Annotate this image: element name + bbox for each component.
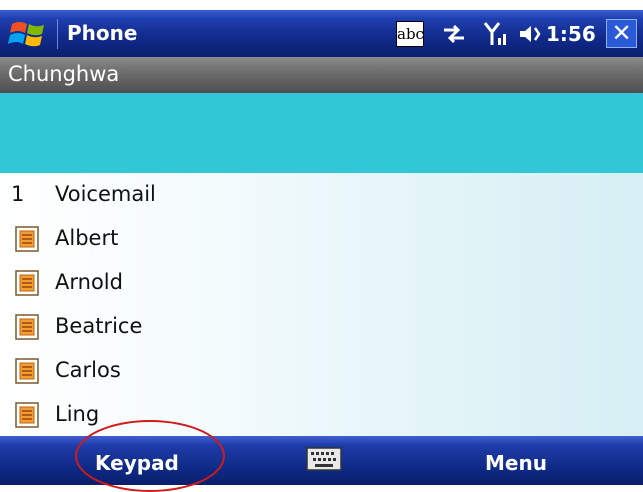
title-separator	[57, 19, 58, 49]
list-item[interactable]: Ling	[0, 393, 643, 437]
dial-number-area[interactable]	[0, 93, 643, 173]
input-mode-icon[interactable]: abc	[396, 21, 424, 47]
operator-bar: Chunghwa	[0, 57, 643, 93]
list-item-label: Voicemail	[55, 182, 156, 206]
list-item[interactable]: Arnold	[0, 261, 643, 305]
contact-card-icon	[15, 402, 39, 428]
list-item-label: Carlos	[55, 358, 121, 382]
operator-name: Chunghwa	[8, 62, 120, 86]
softkey-bar: Keypad Menu	[0, 436, 643, 485]
volume-icon[interactable]	[518, 23, 544, 45]
clock: 1:56	[546, 22, 596, 46]
keypad-softkey[interactable]: Keypad	[95, 451, 179, 475]
list-item[interactable]: Albert	[0, 217, 643, 261]
list-item[interactable]: Beatrice	[0, 305, 643, 349]
list-item-label: Ling	[55, 402, 100, 426]
contact-card-icon	[15, 226, 39, 252]
speed-dial-list: 1 Voicemail Albert Arnold Beatrice Carlo…	[0, 173, 643, 436]
sync-icon[interactable]	[441, 22, 467, 46]
contact-card-icon	[15, 270, 39, 296]
list-item-voicemail[interactable]: 1 Voicemail	[0, 173, 643, 217]
signal-icon[interactable]	[482, 20, 510, 48]
close-button[interactable]: ✕	[606, 19, 637, 48]
contact-card-icon	[15, 314, 39, 340]
list-item[interactable]: Carlos	[0, 349, 643, 393]
speed-dial-number: 1	[11, 182, 25, 206]
list-item-label: Arnold	[55, 270, 123, 294]
list-item-label: Albert	[55, 226, 119, 250]
title-bar: Phone abc 1:56 ✕	[0, 10, 643, 57]
keyboard-icon[interactable]	[306, 446, 342, 472]
app-title: Phone	[67, 21, 138, 45]
menu-softkey[interactable]: Menu	[485, 451, 547, 475]
start-icon[interactable]	[8, 16, 52, 50]
list-item-label: Beatrice	[55, 314, 143, 338]
contact-card-icon	[15, 358, 39, 384]
